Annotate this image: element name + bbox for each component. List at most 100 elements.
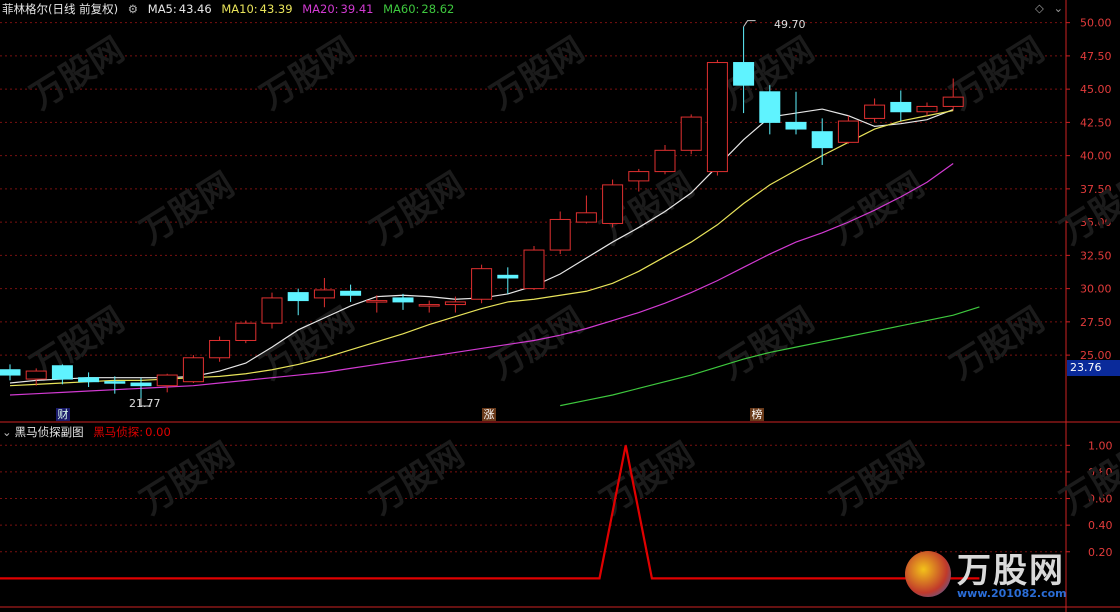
candle-body-up bbox=[182, 357, 204, 383]
candle bbox=[78, 372, 100, 388]
candle-body-up bbox=[680, 116, 702, 151]
watermark-pattern: 万股网 bbox=[484, 30, 592, 118]
candle-body-up bbox=[942, 96, 964, 107]
candle bbox=[602, 179, 624, 228]
price-tick-label: 32.50 bbox=[1080, 249, 1112, 262]
candle bbox=[837, 115, 859, 144]
marker-bang[interactable]: 榜 bbox=[750, 408, 764, 421]
candle-body-up bbox=[261, 297, 283, 324]
candle-body-up bbox=[602, 184, 624, 224]
watermark-pattern: 万股网 bbox=[1054, 165, 1120, 253]
candle bbox=[392, 293, 414, 310]
price-tick-label: 45.00 bbox=[1080, 83, 1112, 96]
candle-body-down bbox=[497, 274, 519, 279]
candle bbox=[654, 144, 676, 175]
candle-body-up bbox=[575, 212, 597, 223]
candle bbox=[156, 373, 178, 393]
candle bbox=[706, 59, 728, 176]
candle bbox=[811, 118, 833, 165]
candle bbox=[209, 336, 231, 362]
candle-body-up bbox=[549, 218, 571, 251]
watermark-url: www.201082.com bbox=[957, 587, 1067, 600]
watermark-logo: 万股网 www.201082.com bbox=[905, 543, 1105, 605]
candle-body-down bbox=[104, 381, 126, 384]
candle-body-down bbox=[890, 101, 912, 113]
price-tick-label: 42.50 bbox=[1080, 116, 1112, 129]
candle-body-down bbox=[130, 382, 152, 387]
candle-body-up bbox=[628, 171, 650, 182]
price-tick-label: 27.50 bbox=[1080, 316, 1112, 329]
candle bbox=[261, 292, 283, 329]
kline-chart[interactable]: 50.0047.5045.0042.5040.0037.5035.0032.50… bbox=[0, 0, 1120, 612]
candle-body-down bbox=[811, 131, 833, 149]
marker-cai[interactable]: 财 bbox=[56, 408, 70, 421]
high-pointer bbox=[743, 20, 756, 27]
candle-body-up bbox=[418, 304, 440, 307]
sub-tick-label: 0.40 bbox=[1088, 519, 1113, 532]
candle-body-up bbox=[706, 62, 728, 173]
candle-body-up bbox=[444, 301, 466, 306]
candle-body-up bbox=[156, 374, 178, 387]
candle-body-down bbox=[759, 91, 781, 123]
candle bbox=[864, 98, 886, 123]
low-annotation: 21.77 bbox=[129, 397, 161, 410]
last-price-tag: 23.76 bbox=[1067, 360, 1120, 376]
candle bbox=[523, 246, 545, 290]
watermark-pattern: 万股网 bbox=[134, 435, 242, 523]
watermark-pattern: 万股网 bbox=[484, 300, 592, 388]
price-tick-label: 47.50 bbox=[1080, 50, 1112, 63]
candle bbox=[287, 288, 309, 316]
candle-body-down bbox=[340, 290, 362, 296]
candle bbox=[497, 267, 519, 294]
watermark-pattern: 万股网 bbox=[254, 30, 362, 118]
candle bbox=[235, 320, 257, 344]
candle-body-up bbox=[837, 120, 859, 143]
candle-body-up bbox=[523, 249, 545, 290]
candle bbox=[51, 364, 73, 385]
watermark-pattern: 万股网 bbox=[24, 30, 132, 118]
candle-body-up bbox=[366, 300, 388, 303]
candle bbox=[785, 91, 807, 135]
price-tick-label: 50.00 bbox=[1080, 17, 1112, 30]
watermark-pattern: 万股网 bbox=[714, 300, 822, 388]
watermark-pattern: 万股网 bbox=[594, 435, 702, 523]
candle bbox=[313, 277, 335, 308]
marker-zhang[interactable]: 涨 bbox=[482, 408, 496, 421]
candle-body-down bbox=[0, 369, 21, 376]
candle bbox=[366, 295, 388, 313]
candle bbox=[182, 355, 204, 384]
watermark-pattern: 万股网 bbox=[134, 165, 242, 253]
watermark-pattern: 万股网 bbox=[364, 165, 472, 253]
candle-body-up bbox=[25, 370, 47, 380]
candle bbox=[575, 195, 597, 224]
candle-body-up bbox=[313, 289, 335, 299]
candle-body-up bbox=[654, 149, 676, 173]
candle bbox=[340, 284, 362, 302]
watermark-pattern: 万股网 bbox=[364, 435, 472, 523]
candle-body-down bbox=[733, 62, 755, 86]
sub-tick-label: 1.00 bbox=[1088, 439, 1113, 452]
candle bbox=[680, 114, 702, 155]
candle-body-down bbox=[51, 365, 73, 380]
candle bbox=[549, 211, 571, 255]
price-tick-label: 40.00 bbox=[1080, 150, 1112, 163]
candle bbox=[759, 85, 781, 135]
candle bbox=[418, 300, 440, 313]
candle-body-down bbox=[287, 292, 309, 302]
candle-body-down bbox=[78, 377, 100, 383]
candle bbox=[471, 264, 493, 304]
candle-body-up bbox=[235, 322, 257, 341]
candle-body-down bbox=[785, 121, 807, 130]
candle-body-down bbox=[392, 297, 414, 303]
candle bbox=[0, 364, 21, 381]
candle-body-up bbox=[864, 104, 886, 119]
candle-body-up bbox=[471, 268, 493, 300]
watermark-pattern: 万股网 bbox=[824, 435, 932, 523]
price-tick-label: 30.00 bbox=[1080, 283, 1112, 296]
logo-mascot-icon bbox=[905, 551, 951, 597]
high-annotation: 49.70 bbox=[774, 18, 806, 31]
candle-body-up bbox=[916, 105, 938, 113]
candle bbox=[104, 376, 126, 394]
candle-body-up bbox=[209, 339, 231, 359]
candle bbox=[890, 90, 912, 122]
